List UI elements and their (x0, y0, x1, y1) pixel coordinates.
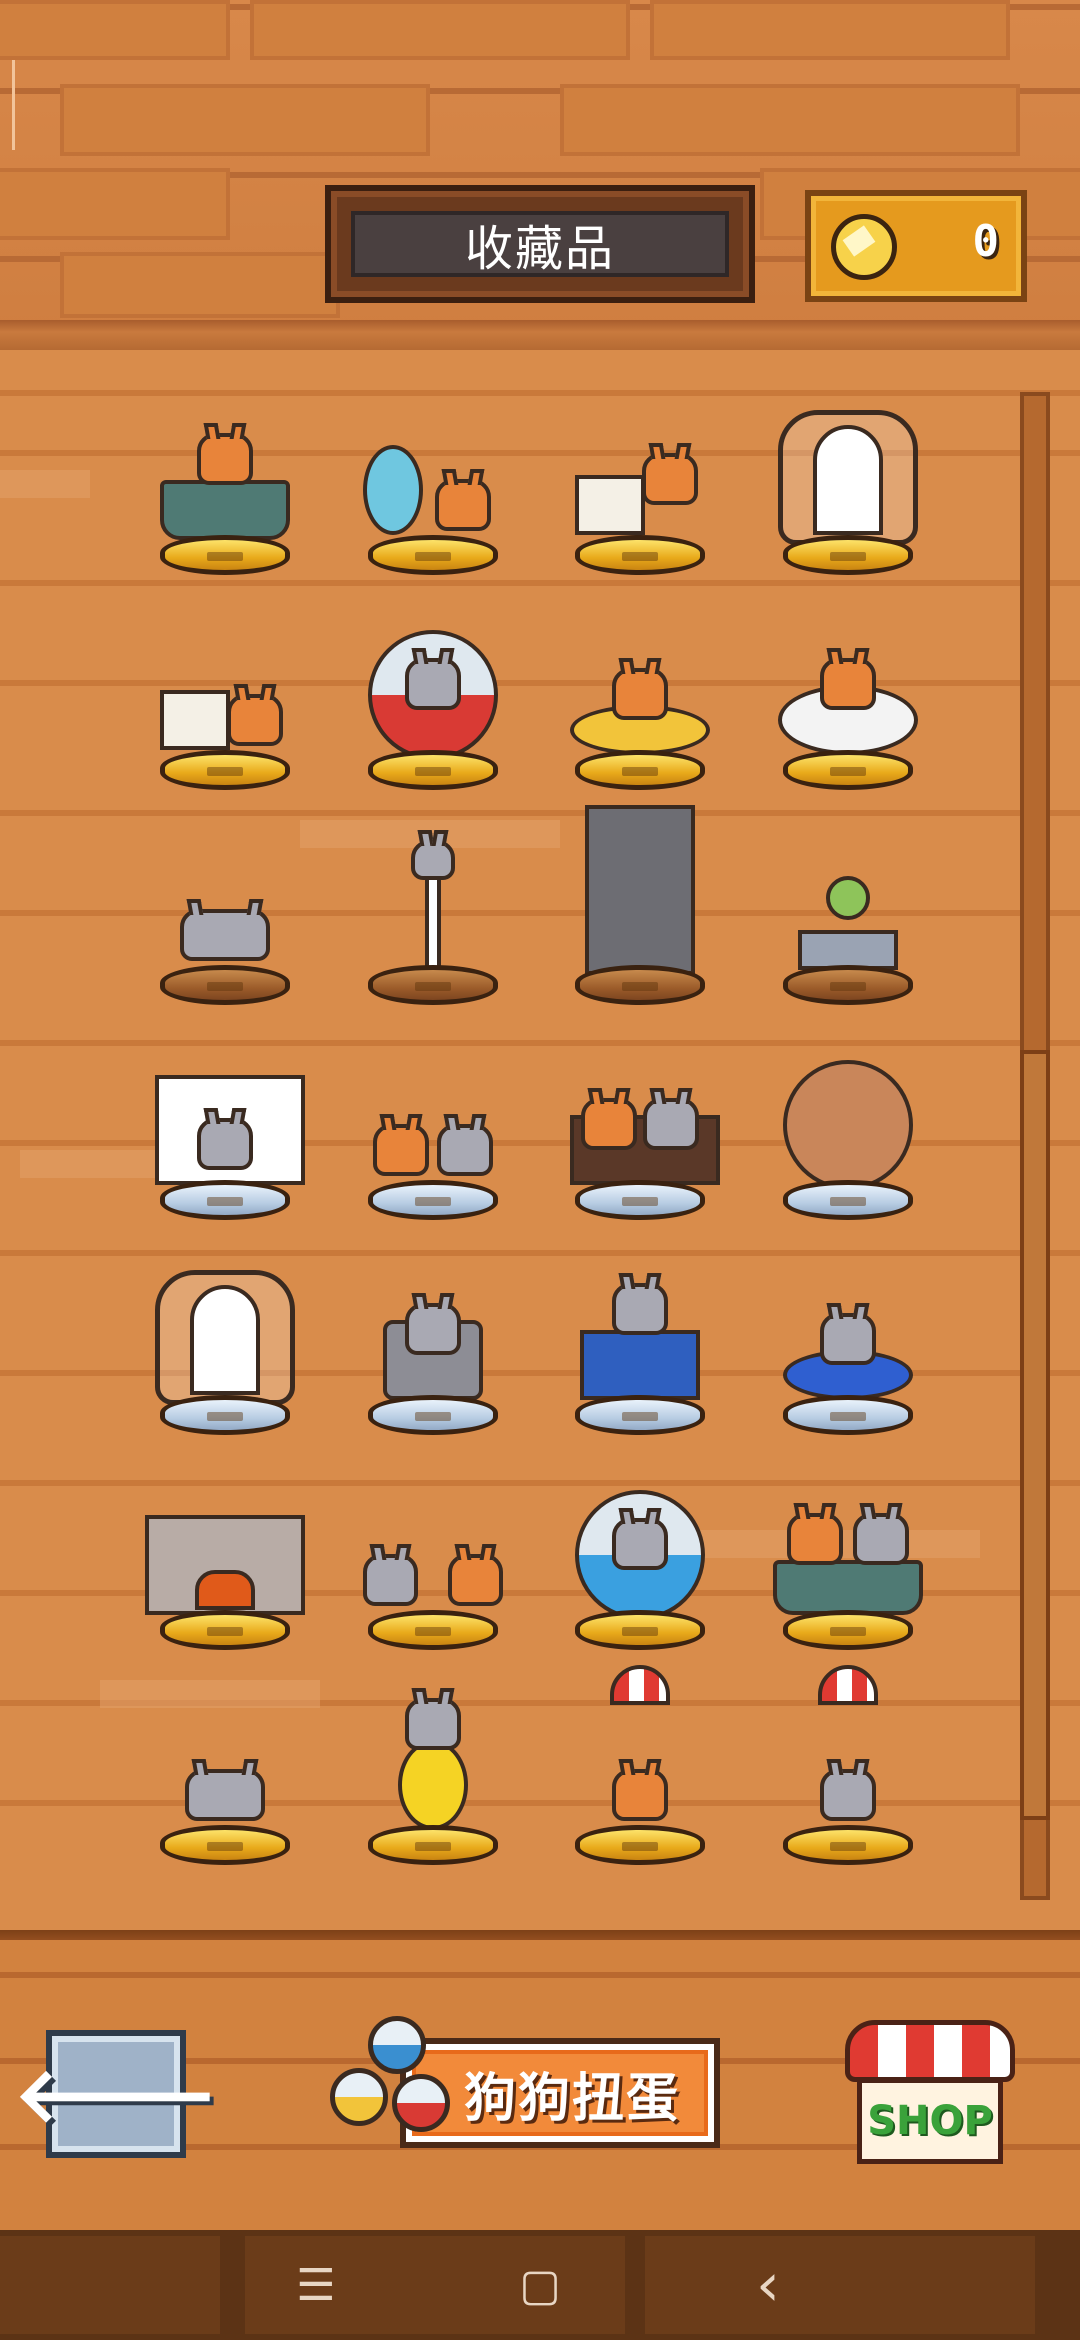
collection-item-coat-stand[interactable] (348, 805, 518, 1005)
collection-item-computer-desk[interactable] (555, 1235, 725, 1435)
shop-button[interactable]: SHOP (845, 2020, 1015, 2165)
collection-item-mirror[interactable] (348, 375, 518, 575)
collection-item-blue-bed[interactable] (763, 1235, 933, 1435)
collection-item-red-capsule[interactable] (348, 590, 518, 790)
collection-item-armchair[interactable] (348, 1235, 518, 1435)
collection-item-bathtub[interactable] (140, 375, 310, 575)
collection-item-tea-cart[interactable] (140, 590, 310, 790)
collection-item-husky[interactable] (140, 805, 310, 1005)
collection-item-wizard-husky[interactable] (140, 1665, 310, 1865)
collection-item-donut-bed[interactable] (555, 590, 725, 790)
collection-item-round-window[interactable] (763, 1020, 933, 1220)
collection-item-arched-door-silver[interactable] (140, 1235, 310, 1435)
left-arrow-icon: 🡐 (14, 2050, 218, 2139)
collection-item-fireplace[interactable] (140, 1450, 310, 1650)
collection-item-dinner-date[interactable] (348, 1450, 518, 1650)
collection-item-blue-capsule[interactable] (555, 1450, 725, 1650)
collection-item-sofa[interactable] (555, 1020, 725, 1220)
coin-count: 0 (972, 216, 1000, 267)
gacha-ball-icon (392, 2074, 450, 2132)
top-shelf-edge (0, 320, 1080, 350)
coin-icon (831, 214, 897, 280)
collection-item-window[interactable] (140, 1020, 310, 1220)
collection-item-ball-pit[interactable] (763, 590, 933, 790)
home-icon[interactable]: ▢ (490, 2250, 590, 2320)
collection-item-two-dogs[interactable] (348, 1020, 518, 1220)
shop-label: SHOP (857, 2078, 1003, 2164)
title-plaque: 收藏品 (325, 185, 755, 303)
collection-item-parachute-shiba[interactable] (555, 1665, 725, 1865)
dog-gacha-button[interactable]: 狗狗扭蛋 (320, 2010, 725, 2160)
collection-item-bathtub-two[interactable] (763, 1450, 933, 1650)
shop-awning-icon (845, 2020, 1015, 2082)
collection-item-potted-plant[interactable] (763, 805, 933, 1005)
gacha-ball-icon (330, 2068, 388, 2126)
collection-item-dining-table[interactable] (555, 375, 725, 575)
back-nav-icon[interactable]: ‹ (718, 2250, 818, 2320)
collection-item-moon[interactable] (348, 1665, 518, 1865)
page-title: 收藏品 (351, 211, 729, 277)
scroll-thumb[interactable] (1020, 1050, 1050, 1820)
coin-counter: 0 (805, 190, 1027, 302)
menu-icon[interactable]: ☰ (266, 2250, 366, 2320)
back-button[interactable]: 🡐 (14, 2030, 218, 2158)
collection-item-arched-door[interactable] (763, 375, 933, 575)
collection-item-parachute-husky[interactable] (763, 1665, 933, 1865)
edge-marker (12, 60, 15, 150)
gacha-ball-icon (368, 2016, 426, 2074)
system-nav-bar: ☰ ▢ ‹ (0, 2230, 1080, 2340)
collection-item-wardrobe[interactable] (555, 805, 725, 1005)
